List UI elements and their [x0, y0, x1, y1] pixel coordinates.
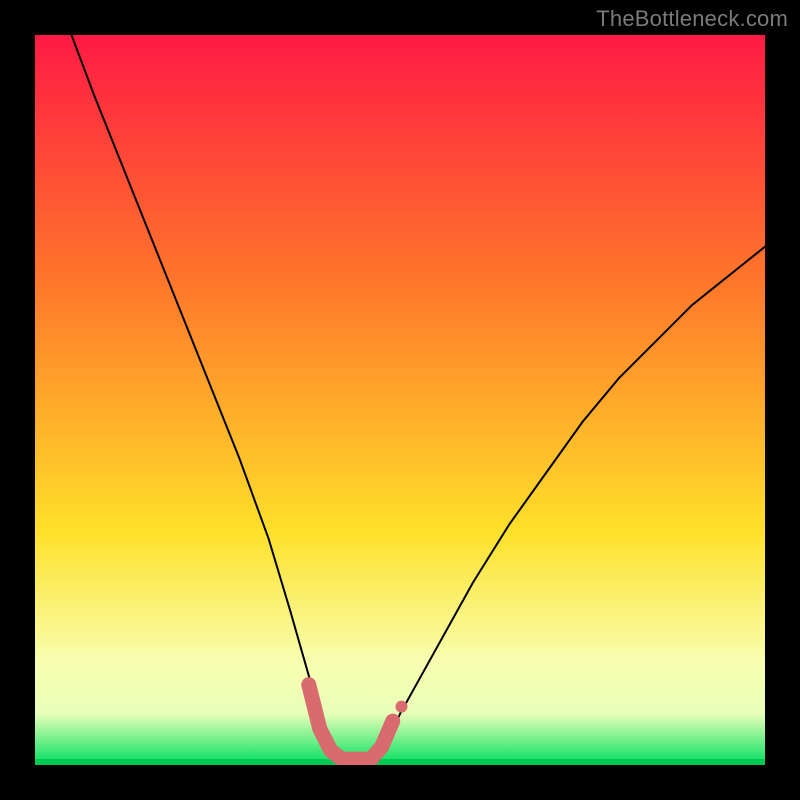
- highlight-dot: [395, 701, 407, 713]
- bottleneck-chart: [35, 35, 765, 765]
- plot-area: [35, 35, 765, 765]
- chart-frame: TheBottleneck.com: [0, 0, 800, 800]
- green-baseline: [35, 759, 765, 765]
- watermark-text: TheBottleneck.com: [596, 6, 788, 32]
- gradient-background: [35, 35, 765, 765]
